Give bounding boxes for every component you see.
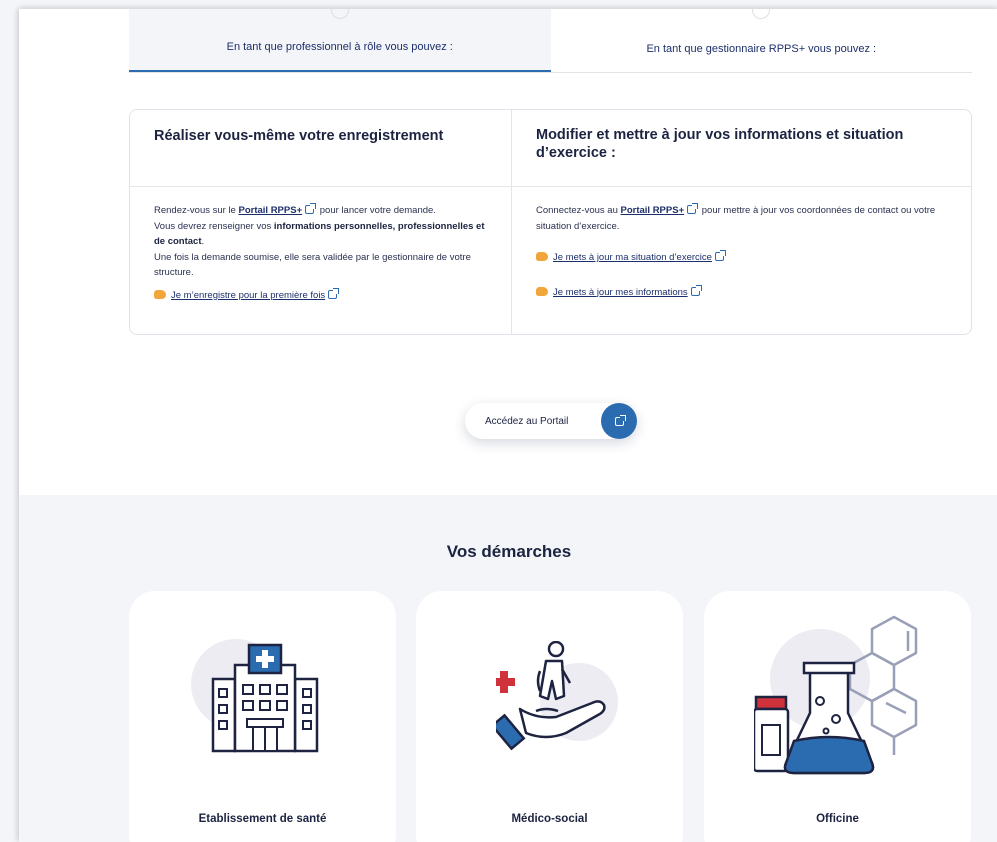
left-column-paragraph: Rendez-vous sur le Portail RPPS+ pour la… (154, 203, 487, 281)
card-medico-social[interactable]: Médico-social (416, 591, 683, 842)
card-label: Officine (816, 813, 859, 825)
access-portal-label: Accédez au Portail (485, 415, 569, 427)
register-first-time-label: Je m’enregistre pour la première fois (171, 289, 326, 301)
demarches-section: Vos démarches Etablissement de santé Méd… (19, 495, 997, 842)
tab-professionnel-icon (330, 9, 349, 19)
external-link-icon (690, 284, 702, 296)
right-column-header: Modifier et mettre à jour vos informatio… (512, 110, 971, 187)
tab-gestionnaire-icon (752, 9, 771, 19)
left-text-5: Une fois la demande soumise, elle sera v… (154, 251, 471, 279)
card-officine[interactable]: Officine (704, 591, 971, 842)
external-link-icon (328, 287, 340, 299)
card-etablissement-sante[interactable]: Etablissement de santé (129, 591, 396, 842)
update-situation-link[interactable]: Je mets à jour ma situation d’exercice (536, 250, 947, 266)
update-situation-label: Je mets à jour ma situation d’exercice (553, 252, 712, 263)
info-table: Réaliser vous-même votre enregistrement … (129, 109, 972, 335)
left-column-title: Réaliser vous-même votre enregistrement (154, 128, 444, 144)
card-label: Médico-social (511, 813, 588, 825)
tab-professionnel-label: En tant que professionnel à rôle vous po… (226, 41, 453, 53)
external-link-icon (714, 250, 726, 261)
tab-gestionnaire-label: En tant que gestionnaire RPPS+ vous pouv… (646, 43, 877, 55)
card-label: Etablissement de santé (198, 813, 327, 825)
register-first-time-link[interactable]: Je m’enregistre pour la première fois (154, 287, 487, 304)
left-column-body: Rendez-vous sur le Portail RPPS+ pour la… (130, 187, 512, 334)
left-text-4: . (201, 236, 205, 247)
left-text-3: Vous devrez renseigner vos (154, 220, 272, 232)
left-text-2: pour lancer votre demande. (319, 205, 436, 216)
page: En tant que professionnel à rôle vous po… (19, 9, 997, 842)
right-column-title: Modifier et mettre à jour vos informatio… (536, 127, 904, 161)
demarches-title: Vos démarches (446, 542, 572, 561)
external-link-glyph (614, 414, 626, 426)
hospital-icon (211, 643, 319, 753)
external-link-icon (687, 203, 699, 214)
right-column-paragraph: Connectez-vous au Portail RPPS+ pour met… (536, 203, 947, 234)
portal-rpps-link-right[interactable]: Portail RPPS+ (621, 205, 685, 216)
pointing-hand-icon (154, 289, 166, 299)
access-portal-button[interactable]: Accédez au Portail (465, 403, 637, 439)
external-link-icon (305, 203, 317, 214)
right-text-1: Connectez-vous au (536, 205, 618, 216)
update-info-link[interactable]: Je mets à jour mes informations (536, 284, 947, 301)
tab-gestionnaire[interactable]: En tant que gestionnaire RPPS+ vous pouv… (551, 9, 973, 72)
portal-rpps-link-left[interactable]: Portail RPPS+ (239, 205, 303, 216)
pointing-hand-icon (536, 286, 548, 296)
left-text-1: Rendez-vous sur le (154, 205, 236, 216)
care-hand-icon (496, 641, 606, 751)
tab-bar: En tant que professionnel à rôle vous po… (129, 9, 972, 73)
external-link-icon (601, 403, 637, 439)
left-column-header: Réaliser vous-même votre enregistrement (130, 110, 512, 187)
tab-professionnel[interactable]: En tant que professionnel à rôle vous po… (129, 9, 551, 72)
pointing-hand-icon (536, 252, 548, 261)
pharmacy-flask-icon (754, 615, 918, 775)
update-info-label: Je mets à jour mes informations (553, 286, 688, 298)
right-column-body: Connectez-vous au Portail RPPS+ pour met… (512, 187, 971, 334)
